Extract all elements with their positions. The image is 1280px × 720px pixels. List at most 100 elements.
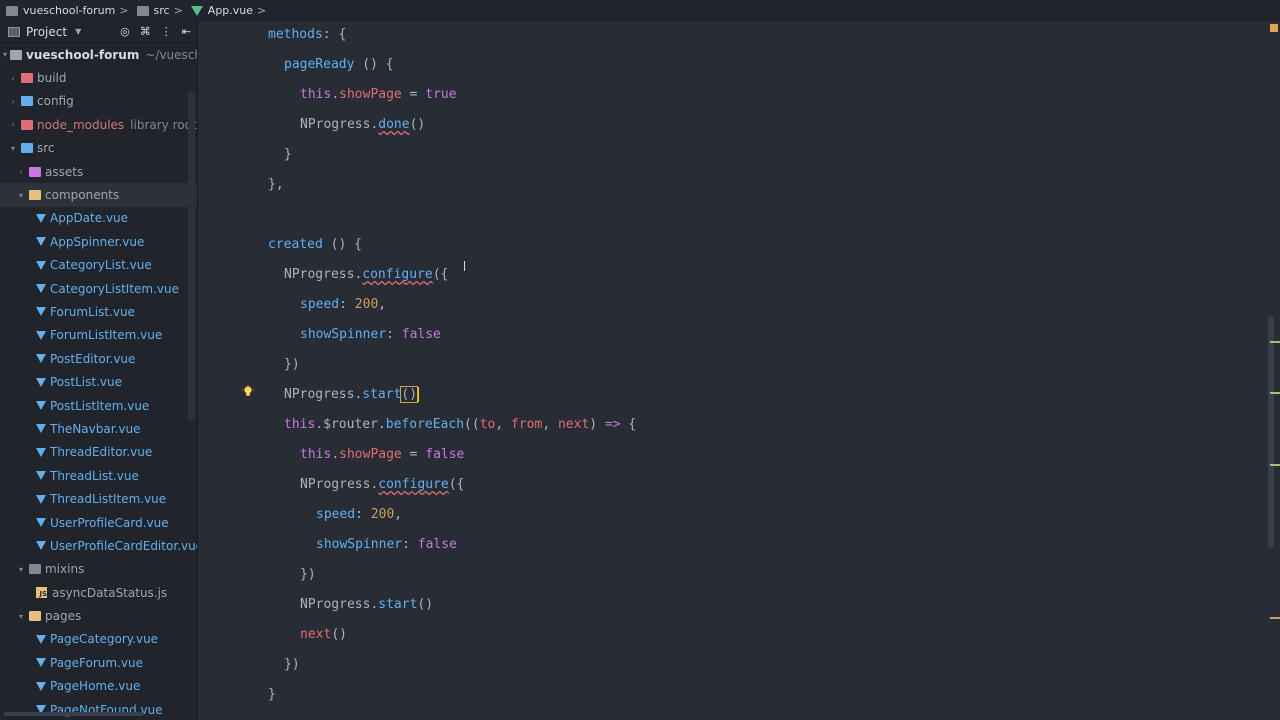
tree-file-item[interactable]: ThreadEditor.vue	[0, 441, 197, 464]
code-token: ,	[495, 417, 512, 432]
tree-file-item[interactable]: PostEditor.vue	[0, 347, 197, 370]
hide-panel-icon[interactable]: ⇤	[182, 25, 191, 38]
tree-file-item[interactable]: PostList.vue	[0, 370, 197, 393]
code-line[interactable]: },	[268, 176, 284, 194]
code-line[interactable]: speed: 200,	[316, 506, 402, 524]
tree-folder-item[interactable]: › config	[0, 90, 197, 113]
code-token: :	[339, 297, 355, 312]
tree-item-label: PageForum.vue	[50, 655, 143, 670]
tree-file-item[interactable]: PageNotFound.vue	[0, 698, 197, 720]
tree-folder-item[interactable]: ▾ vueschool-forum ~/vueschc	[0, 43, 197, 66]
tree-file-item[interactable]: PageForum.vue	[0, 651, 197, 674]
project-folder-icon	[10, 49, 23, 60]
code-editor[interactable]: methods: { pageReady () { this.showPage = …	[198, 21, 1280, 720]
tree-file-item[interactable]: TheNavbar.vue	[0, 417, 197, 440]
tree-file-item[interactable]: UserProfileCard.vue	[0, 511, 197, 534]
locate-icon[interactable]: ◎	[120, 25, 130, 38]
tree-item-label: vueschool-forum	[26, 47, 140, 62]
code-token: =	[401, 447, 426, 462]
folder-icon	[21, 96, 33, 107]
tree-folder-item[interactable]: ▾ mixins	[0, 558, 197, 581]
tree-file-item[interactable]: ThreadListItem.vue	[0, 487, 197, 510]
code-token: this	[300, 447, 332, 462]
code-line[interactable]: }	[268, 686, 276, 704]
tree-file-item[interactable]: AppDate.vue	[0, 207, 197, 230]
tree-folder-item[interactable]: › node_modules library root	[0, 113, 197, 136]
breadcrumb-item-project[interactable]: vueschool-forum	[6, 4, 115, 17]
chevron-right-icon[interactable]: ›	[16, 167, 26, 176]
chevron-right-icon[interactable]: ›	[8, 74, 18, 83]
tree-file-item[interactable]: PageCategory.vue	[0, 628, 197, 651]
tree-folder-item[interactable]: ▾ pages	[0, 604, 197, 627]
code-token: ()	[417, 597, 434, 612]
chevron-down-icon[interactable]: ▾	[16, 612, 26, 621]
chevron-down-icon[interactable]: ▼	[75, 27, 81, 36]
code-line[interactable]: pageReady () {	[284, 56, 394, 74]
tree-file-item[interactable]: CategoryListItem.vue	[0, 277, 197, 300]
tree-file-item[interactable]: PageHome.vue	[0, 675, 197, 698]
tree-file-item[interactable]: AppSpinner.vue	[0, 230, 197, 253]
folder-icon	[29, 190, 41, 201]
code-line[interactable]: })	[284, 356, 300, 374]
collapse-all-icon[interactable]: ⌘	[140, 25, 151, 38]
code-line[interactable]: }	[284, 146, 292, 164]
tree-folder-item[interactable]: ▾ components	[0, 183, 197, 207]
code-line[interactable]: this.$router.beforeEach((to, from, next)…	[284, 416, 636, 434]
warning-marker-icon[interactable]	[1270, 24, 1278, 32]
code-line[interactable]: NProgress.configure({	[300, 476, 464, 494]
project-panel-title[interactable]: Project	[26, 25, 67, 39]
code-line[interactable]: NProgress.start()	[284, 386, 420, 404]
vue-file-icon	[36, 213, 46, 223]
tree-item-label: src	[37, 141, 55, 156]
options-icon[interactable]: ⋮	[161, 25, 172, 38]
lightbulb-icon[interactable]	[242, 385, 254, 399]
breadcrumb-item-src[interactable]: src	[136, 4, 170, 17]
code-line[interactable]: speed: 200,	[300, 296, 386, 314]
tree-item-label: AppDate.vue	[50, 211, 129, 226]
editor-scrollbar[interactable]	[1268, 316, 1274, 548]
code-line[interactable]: this.showPage = true	[300, 86, 457, 104]
project-panel: Project ▼ ◎ ⌘ ⋮ ⇤ ▾ vueschool-forum ~/vues…	[0, 21, 198, 720]
js-file-icon: JS	[36, 587, 47, 599]
code-line[interactable]: NProgress.configure({	[284, 266, 448, 284]
chevron-down-icon[interactable]: ▾	[16, 191, 26, 200]
tree-file-item[interactable]: ForumList.vue	[0, 300, 197, 323]
code-line[interactable]: })	[284, 656, 300, 674]
code-token: ,	[542, 417, 558, 432]
chevron-down-icon[interactable]: ▾	[3, 50, 7, 59]
tree-folder-item[interactable]: › assets	[0, 160, 197, 183]
sidebar-horizontal-scrollbar[interactable]	[4, 712, 144, 716]
code-line[interactable]: NProgress.start()	[300, 596, 433, 614]
tree-item-label: CategoryListItem.vue	[50, 281, 180, 296]
code-line[interactable]: methods: {	[268, 26, 346, 44]
tree-file-item[interactable]: ForumListItem.vue	[0, 324, 197, 347]
chevron-down-icon[interactable]: ▾	[16, 565, 26, 574]
code-line[interactable]: next()	[300, 626, 347, 644]
tree-file-item[interactable]: PostListItem.vue	[0, 394, 197, 417]
code-line[interactable]: NProgress.done()	[300, 116, 425, 134]
code-token: .	[331, 447, 340, 462]
code-token: false	[417, 537, 457, 552]
sidebar-scrollbar[interactable]	[188, 91, 195, 421]
tree-folder-item[interactable]: ▾ src	[0, 137, 197, 160]
code-line[interactable]: showSpinner: false	[316, 536, 457, 554]
code-token: :	[386, 327, 402, 342]
code-line[interactable]: })	[300, 566, 316, 584]
tree-folder-item[interactable]: › build	[0, 66, 197, 89]
tree-file-item[interactable]: CategoryList.vue	[0, 254, 197, 277]
code-line[interactable]: showSpinner: false	[300, 326, 441, 344]
folder-icon	[21, 73, 33, 84]
chevron-right-icon[interactable]: ›	[8, 120, 18, 129]
tree-file-item[interactable]: ThreadList.vue	[0, 464, 197, 487]
vue-file-icon	[36, 681, 46, 691]
chevron-right-icon[interactable]: ›	[8, 97, 18, 106]
code-line[interactable]: this.showPage = false	[300, 446, 464, 464]
tree-file-item[interactable]: JS asyncDataStatus.js	[0, 581, 197, 604]
code-line[interactable]: created () {	[268, 236, 362, 254]
chevron-down-icon[interactable]: ▾	[8, 144, 18, 153]
code-token: () {	[354, 57, 394, 72]
code-token: ({	[432, 267, 449, 282]
breadcrumb-item-file[interactable]: App.vue	[190, 4, 253, 17]
code-token: beforeEach	[385, 417, 465, 432]
tree-file-item[interactable]: UserProfileCardEditor.vue	[0, 534, 197, 557]
